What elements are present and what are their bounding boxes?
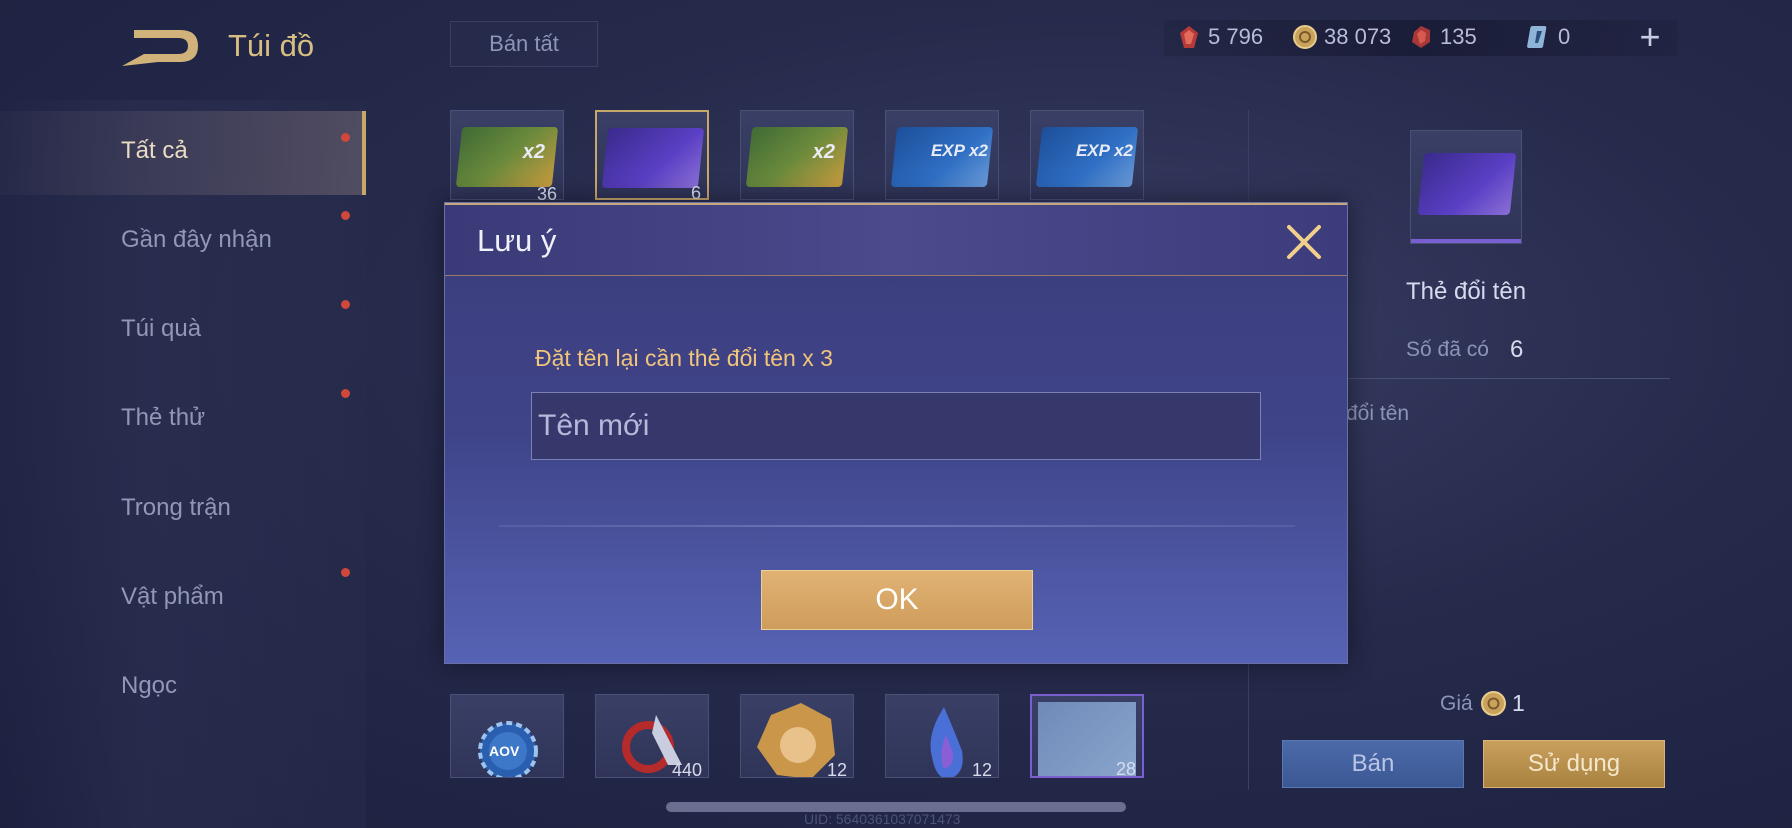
inventory-slot[interactable]: EXP x2 — [885, 110, 999, 200]
card-tag: EXP x2 — [930, 141, 988, 160]
owned-value: 6 — [1510, 336, 1524, 363]
sidebar-item-all[interactable]: Tất cả — [0, 111, 366, 195]
item-count: 28 — [1115, 759, 1136, 778]
currency-vouchers: 0 — [1526, 24, 1570, 50]
sidebar-item-label: Gần đây nhận — [121, 226, 272, 253]
gold-coin-icon — [1293, 25, 1317, 49]
panel-divider-line — [1340, 378, 1670, 379]
sidebar: Tất cả Gần đây nhận Túi quà Thẻ thử Tron… — [0, 100, 366, 828]
sidebar-item-label: Tất cả — [121, 137, 188, 164]
item-count: 440 — [671, 760, 702, 778]
currency-vouchers-value: 0 — [1558, 24, 1571, 49]
sidebar-item-label: Túi quà — [121, 315, 202, 342]
inventory-slot[interactable]: 440 — [595, 694, 709, 778]
dialog-header: Lưu ý — [445, 203, 1347, 276]
add-currency-button[interactable]: + — [1636, 19, 1664, 56]
sidebar-item-label: Ngọc — [121, 672, 178, 699]
sell-button[interactable]: Bán — [1282, 740, 1464, 788]
notification-dot — [341, 300, 350, 309]
currency-gold: 38 073 — [1292, 24, 1391, 50]
uid-label: UID: 5640361037071473 — [804, 811, 961, 827]
red-ruby-icon — [1412, 26, 1430, 48]
card-tag: x2 — [522, 141, 545, 163]
sidebar-item-label: Vật phẩm — [121, 583, 224, 610]
chip-label: AOV — [489, 743, 520, 759]
sidebar-item-in-match[interactable]: Trong trận — [0, 468, 366, 552]
inventory-slot-selected[interactable]: 6 — [595, 110, 709, 203]
back-button[interactable] — [118, 26, 200, 70]
aov-chip-icon — [478, 721, 538, 777]
currency-gems: 5 796 — [1176, 24, 1263, 50]
inventory-slot[interactable]: x2 36 — [450, 110, 564, 204]
inventory-slot[interactable]: 28 — [1030, 694, 1144, 778]
sidebar-item-trial-cards[interactable]: Thẻ thử — [0, 378, 366, 462]
notification-dot — [341, 568, 350, 577]
red-gem-icon — [1180, 26, 1198, 48]
item-count: 12 — [971, 760, 992, 778]
currency-gems-value: 5 796 — [1208, 24, 1264, 49]
notification-dot — [341, 389, 350, 398]
rename-dialog: Lưu ý Đặt tên lại cần thẻ đổi tên x 3 OK — [444, 202, 1348, 664]
price-label: Giá — [1440, 692, 1473, 715]
new-name-input[interactable] — [531, 392, 1261, 460]
item-description: đổi tên — [1346, 402, 1410, 425]
inventory-slot[interactable]: EXP x2 — [1030, 110, 1144, 200]
gold-coin-icon — [1481, 691, 1506, 716]
page-title: Túi đồ — [228, 28, 315, 63]
owned-label: Số đã có — [1406, 338, 1489, 361]
notification-dot — [341, 211, 350, 220]
close-icon — [1287, 225, 1321, 259]
rename-card-icon — [1417, 153, 1517, 215]
item-count: 6 — [690, 183, 701, 203]
inventory-slot[interactable]: x2 — [740, 110, 854, 200]
use-button[interactable]: Sử dụng — [1483, 740, 1665, 788]
currency-rubies-value: 135 — [1440, 24, 1477, 49]
sell-all-button[interactable]: Bán tất — [450, 21, 598, 67]
card-tag: EXP x2 — [1075, 141, 1133, 160]
close-button[interactable] — [1283, 221, 1325, 263]
back-arrow-icon — [122, 30, 198, 66]
inventory-slot[interactable]: AOV — [450, 694, 564, 778]
sidebar-item-recent[interactable]: Gần đây nhận — [0, 200, 366, 284]
currency-rubies: 135 — [1408, 24, 1477, 50]
sidebar-item-items[interactable]: Vật phẩm — [0, 557, 366, 641]
ok-button[interactable]: OK — [761, 570, 1033, 630]
sidebar-item-label: Thẻ thử — [121, 404, 206, 431]
card-tag: x2 — [812, 141, 835, 163]
dialog-divider — [499, 525, 1295, 527]
detail-item-icon — [1410, 130, 1522, 244]
sidebar-item-gems[interactable]: Ngọc — [0, 646, 366, 730]
dialog-title: Lưu ý — [477, 223, 557, 258]
price-value: 1 — [1512, 690, 1525, 716]
item-name: Thẻ đổi tên — [1405, 278, 1527, 305]
inventory-slot[interactable]: 12 — [740, 694, 854, 778]
currency-bar: 5 796 38 073 135 0 — [1164, 20, 1678, 56]
blue-card-icon — [1527, 26, 1547, 48]
rarity-bar — [1411, 239, 1521, 243]
currency-gold-value: 38 073 — [1324, 24, 1392, 49]
item-count: 12 — [826, 760, 847, 778]
sidebar-item-label: Trong trận — [121, 494, 231, 521]
sidebar-item-gift-bags[interactable]: Túi quà — [0, 289, 366, 373]
rename-card-icon — [601, 128, 705, 188]
dialog-message: Đặt tên lại cần thẻ đổi tên x 3 — [535, 345, 833, 371]
inventory-slot[interactable]: 12 — [885, 694, 999, 778]
notification-dot — [341, 133, 350, 142]
